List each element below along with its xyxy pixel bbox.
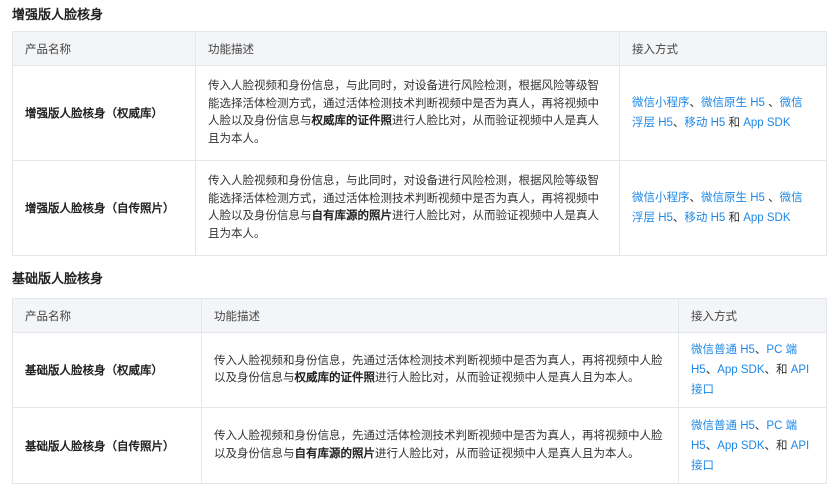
separator-text: 、 xyxy=(672,212,685,224)
description-text: 进行人脸比对，从而验证视频中人是真人且为本人。 xyxy=(375,372,640,384)
product-description: 传入人脸视频和身份信息，先通过活体检测技术判断视频中是否为真人，再将视频中人脸以… xyxy=(201,332,679,408)
product-description: 传入人脸视频和身份信息，与此同时，对设备进行风险检测，根据风险等级智能选择活体检… xyxy=(195,160,620,256)
separator-text: 、和 xyxy=(764,364,791,376)
separator-text: 、和 xyxy=(764,439,791,452)
separator-text: 、 xyxy=(705,364,718,376)
description-emphasis: 权威库的证件照 xyxy=(294,372,376,384)
access-method-link[interactable]: 微信小程序 xyxy=(632,97,690,109)
table-header-row: 产品名称 功能描述 接入方式 xyxy=(12,31,827,66)
header-description: 功能描述 xyxy=(201,298,679,333)
section-title-basic: 基础版人脸核身 xyxy=(12,271,104,286)
description-emphasis: 自有库源的照片 xyxy=(311,210,393,222)
access-methods: 微信普通 H5、PC 端 H5、App SDK、和 API 接口 xyxy=(678,407,827,484)
table-row: 增强版人脸核身（自传照片） 传入人脸视频和身份信息，与此同时，对设备进行风险检测… xyxy=(12,160,827,256)
access-method-link[interactable]: App SDK xyxy=(743,117,790,129)
separator-text: 和 xyxy=(725,117,744,129)
separator-text: 、 xyxy=(754,344,767,356)
access-methods: 微信小程序、微信原生 H5 、微信浮层 H5、移动 H5 和 App SDK xyxy=(619,160,827,256)
doc-page: 增强版人脸核身 产品名称 功能描述 接入方式 增强版人脸核身（权威库） 传入人脸… xyxy=(0,0,835,485)
table-header-row: 产品名称 功能描述 接入方式 xyxy=(12,298,827,333)
access-method-link[interactable]: 微信普通 H5 xyxy=(691,420,755,432)
product-description: 传入人脸视频和身份信息，先通过活体检测技术判断视频中是否为真人，再将视频中人脸以… xyxy=(201,407,679,484)
header-product-name: 产品名称 xyxy=(12,31,196,66)
product-name: 基础版人脸核身（自传照片） xyxy=(12,407,202,484)
access-method-link[interactable]: 微信小程序 xyxy=(632,192,690,204)
product-name: 增强版人脸核身（权威库） xyxy=(12,65,196,161)
access-method-link[interactable]: App SDK xyxy=(717,364,764,376)
description-emphasis: 自有库源的照片 xyxy=(294,447,376,460)
access-method-link[interactable]: App SDK xyxy=(743,212,790,224)
product-description: 传入人脸视频和身份信息，与此同时，对设备进行风险检测，根据风险等级智能选择活体检… xyxy=(195,65,620,161)
header-product-name: 产品名称 xyxy=(12,298,202,333)
header-description: 功能描述 xyxy=(195,31,620,66)
enhanced-product-table: 产品名称 功能描述 接入方式 增强版人脸核身（权威库） 传入人脸视频和身份信息，… xyxy=(12,31,827,256)
separator-text: 、 xyxy=(754,419,767,432)
access-method-link[interactable]: 微信普通 H5 xyxy=(691,344,755,356)
separator-text: 、 xyxy=(705,439,718,452)
access-method-link[interactable]: 移动 H5 xyxy=(684,212,725,224)
separator-text: 、 xyxy=(764,192,780,204)
access-method-link[interactable]: App SDK xyxy=(717,440,764,452)
separator-text: 、 xyxy=(672,117,685,129)
basic-product-table: 产品名称 功能描述 接入方式 基础版人脸核身（权威库） 传入人脸视频和身份信息，… xyxy=(12,298,827,484)
access-method-link[interactable]: 微信原生 H5 xyxy=(701,97,765,109)
separator-text: 、 xyxy=(689,97,702,109)
table-row: 基础版人脸核身（自传照片） 传入人脸视频和身份信息，先通过活体检测技术判断视频中… xyxy=(12,407,827,484)
access-methods: 微信小程序、微信原生 H5 、微信浮层 H5、移动 H5 和 App SDK xyxy=(619,65,827,161)
access-method-link[interactable]: 移动 H5 xyxy=(684,117,725,129)
description-text: 进行人脸比对，从而验证视频中人是真人且为本人。 xyxy=(375,447,640,460)
header-access-method: 接入方式 xyxy=(619,31,827,66)
separator-text: 和 xyxy=(725,212,744,224)
product-name: 基础版人脸核身（权威库） xyxy=(12,332,202,408)
table-row: 基础版人脸核身（权威库） 传入人脸视频和身份信息，先通过活体检测技术判断视频中是… xyxy=(12,332,827,408)
access-method-link[interactable]: 微信原生 H5 xyxy=(701,192,765,204)
access-methods: 微信普通 H5、PC 端 H5、App SDK、和 API 接口 xyxy=(678,332,827,408)
header-access-method: 接入方式 xyxy=(678,298,827,333)
separator-text: 、 xyxy=(689,192,702,204)
description-emphasis: 权威库的证件照 xyxy=(311,115,393,127)
section-title-enhanced: 增强版人脸核身 xyxy=(12,7,104,22)
table-row: 增强版人脸核身（权威库） 传入人脸视频和身份信息，与此同时，对设备进行风险检测，… xyxy=(12,65,827,161)
product-name: 增强版人脸核身（自传照片） xyxy=(12,160,196,256)
separator-text: 、 xyxy=(764,97,780,109)
